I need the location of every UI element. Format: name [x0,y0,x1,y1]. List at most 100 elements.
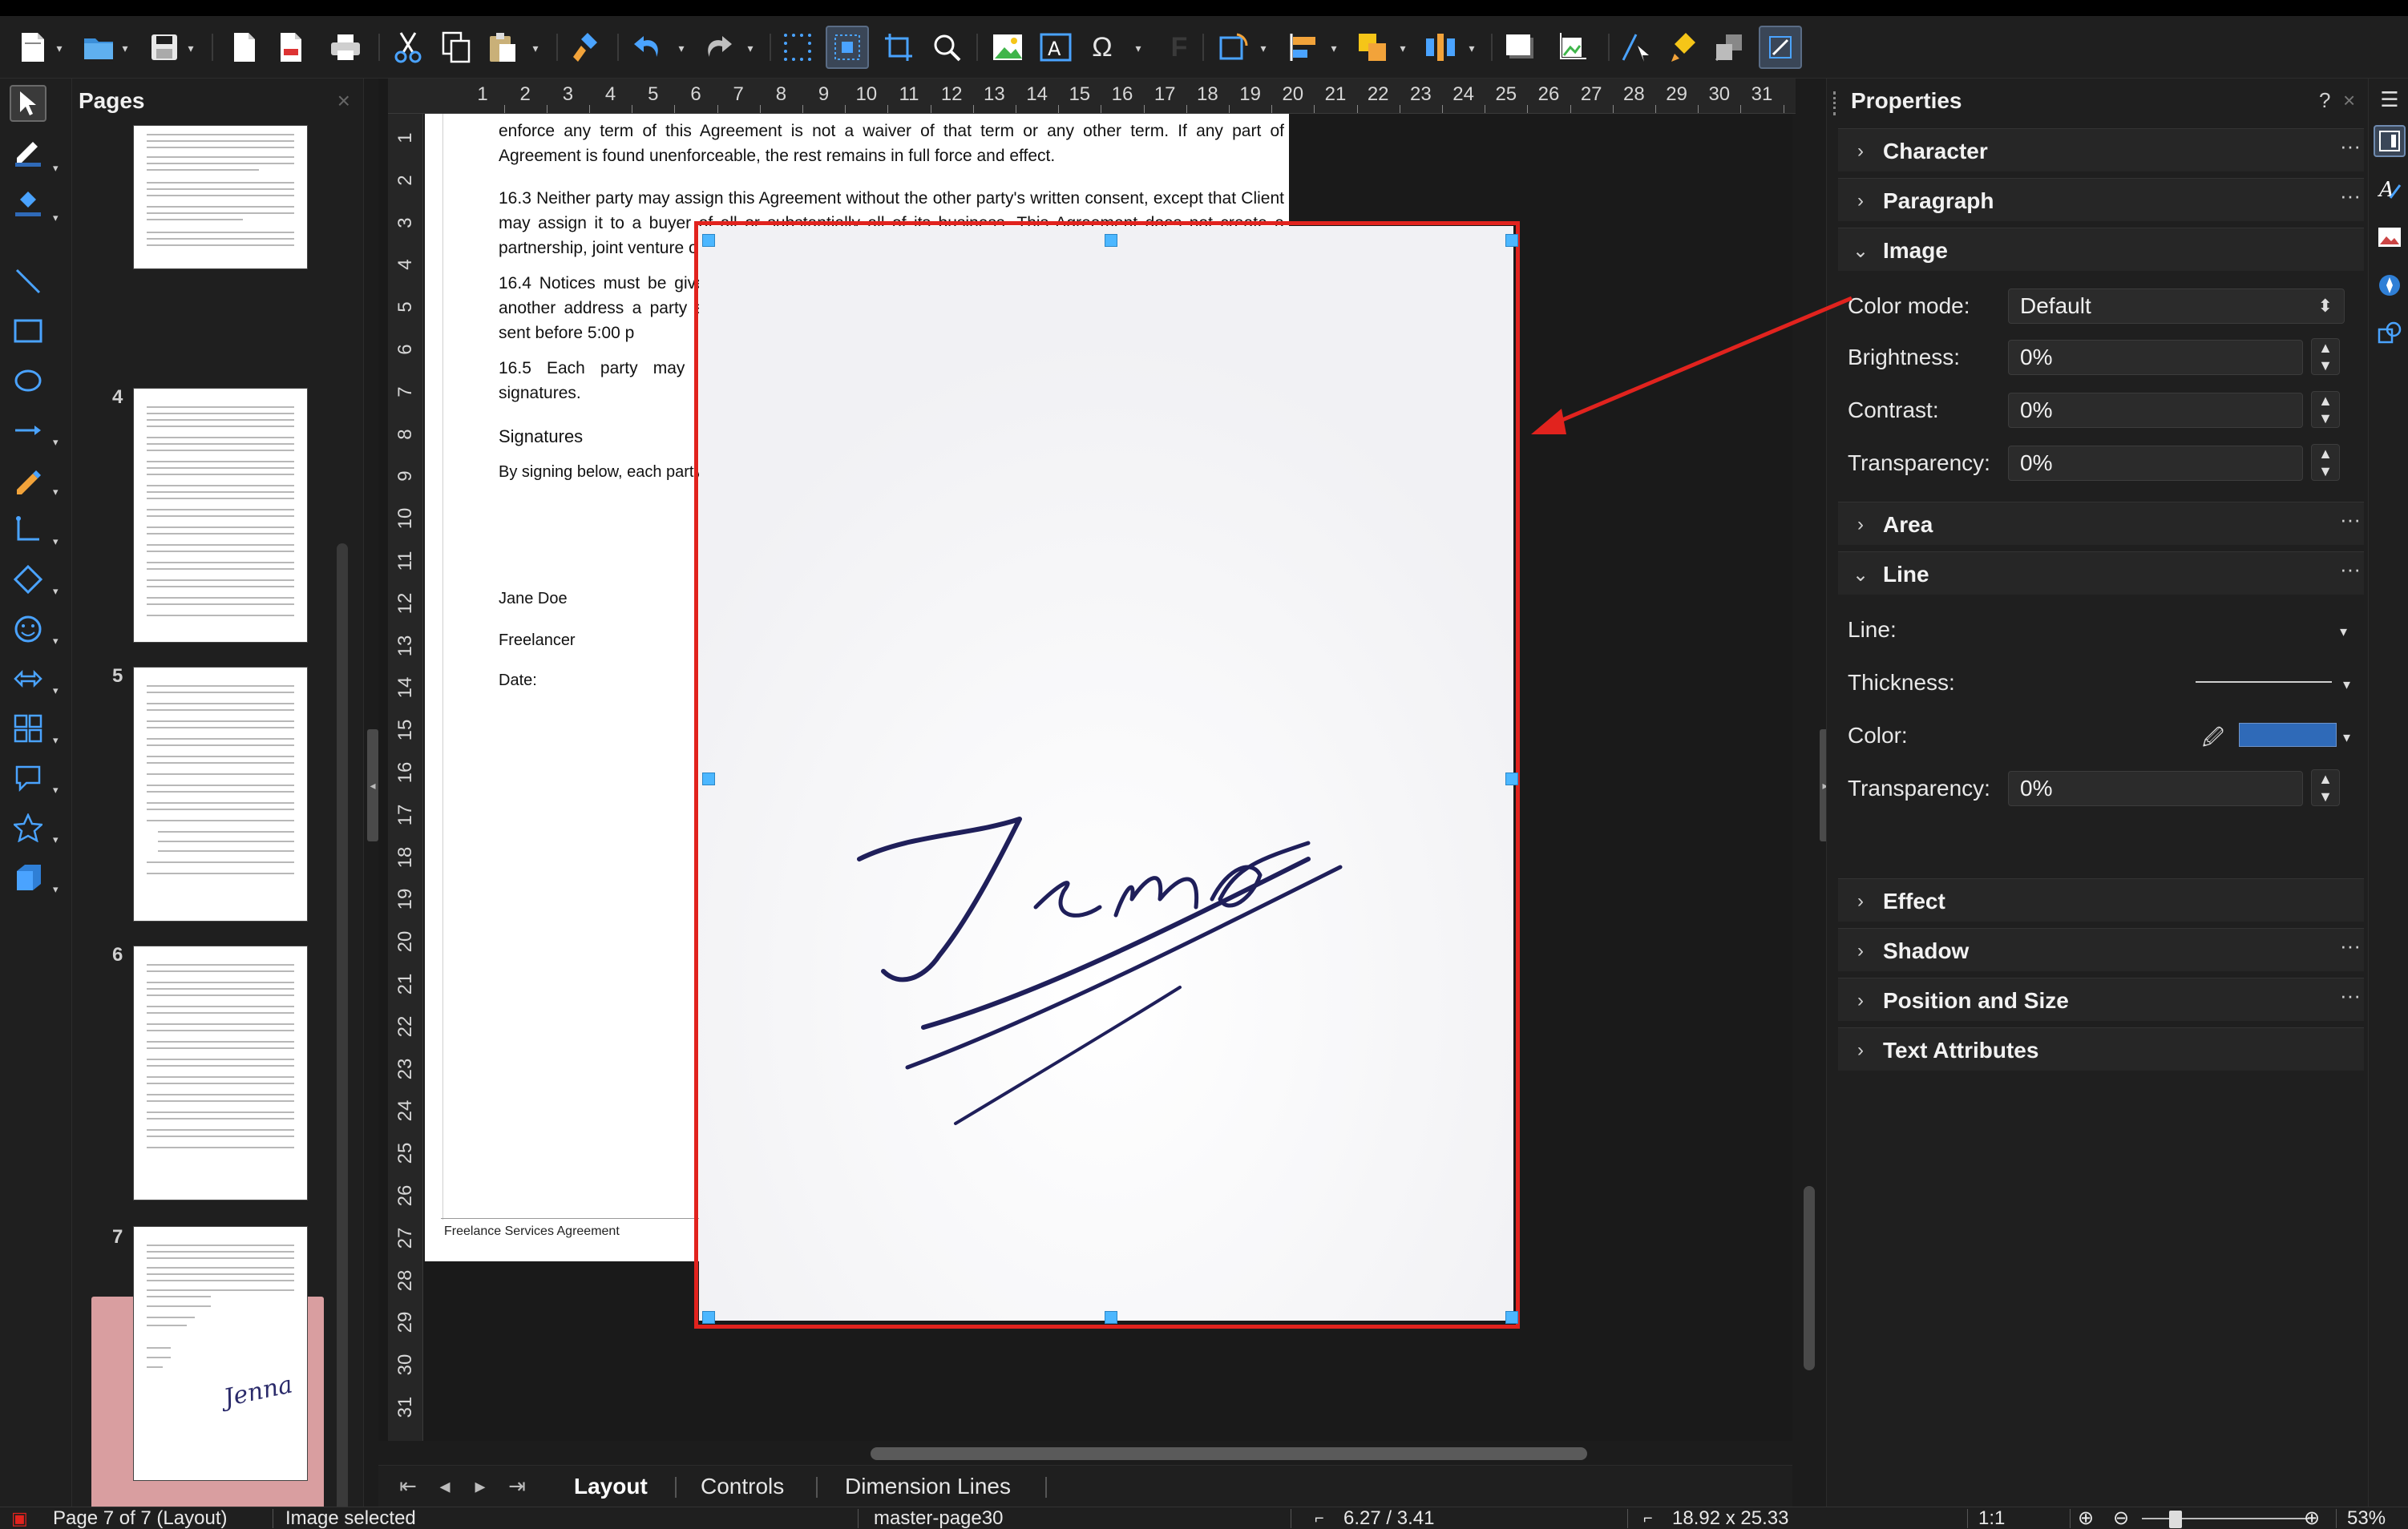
rectangle-icon[interactable] [10,313,46,349]
more-options-icon[interactable]: ··· [2340,507,2361,532]
special-character-icon[interactable]: Ω [1084,29,1121,66]
points-icon[interactable] [1618,29,1654,66]
gallery-deck-icon[interactable] [2374,221,2406,253]
section-image[interactable]: ⌄ Image [1838,228,2364,271]
zoom-in-icon[interactable]: ⊕ [2304,1507,2320,1529]
insert-textbox-icon[interactable]: A [1037,29,1074,66]
line-icon[interactable] [10,263,46,300]
transparency-field[interactable]: 0% [2008,446,2303,481]
brightness-stepper[interactable]: ▲ ▼ [2311,338,2340,375]
block-arrows-icon[interactable] [10,660,46,697]
more-options-icon[interactable]: ··· [2340,983,2361,1008]
properties-deck-icon[interactable] [2374,125,2406,157]
horizontal-scrollbar[interactable] [871,1447,1587,1460]
zoom-out-icon[interactable]: ⊖ [2113,1507,2129,1529]
pages-scrollbar[interactable] [337,543,348,1529]
tab-controls[interactable]: Controls [701,1471,784,1503]
line-arrow-icon[interactable] [10,412,46,449]
flowchart-icon[interactable] [10,710,46,747]
scale-readout[interactable]: 1:1 [1978,1507,2005,1529]
redo-dropdown-icon[interactable]: ▾ [744,42,757,54]
horizontal-ruler[interactable]: 1 2 3 4 5 6 7 8 9 10 11 12 13 14 15 16 17 18 19 20 21 22 23 24 2… [388,79,1796,114]
more-options-icon[interactable]: ··· [2340,134,2361,159]
zoom-slider[interactable] [2142,1518,2309,1519]
line-transparency-stepper[interactable]: ▲ ▼ [2311,769,2340,806]
special-character-dropdown-icon[interactable]: ▾ [1132,42,1145,54]
connector-icon[interactable] [10,511,46,548]
redo-icon[interactable] [699,29,736,66]
close-icon[interactable]: × [337,88,350,114]
symbol-shapes-icon[interactable] [10,611,46,648]
zoom-level[interactable]: 53% [2347,1507,2386,1529]
resize-handle-right[interactable] [1505,773,1518,785]
grid-icon[interactable] [779,29,816,66]
navigator-deck-icon[interactable] [2374,269,2406,301]
paste-dropdown-icon[interactable]: ▾ [529,42,542,54]
section-line[interactable]: ⌄ Line ··· [1838,551,2364,595]
line-arrow-dropdown-icon[interactable]: ▾ [53,437,64,447]
page-thumbnail-4[interactable] [133,388,308,643]
distribute-icon[interactable] [1422,29,1459,66]
export-pdf-icon[interactable] [273,29,309,66]
section-effect[interactable]: › Effect [1838,878,2364,922]
insert-image-icon[interactable] [989,29,1026,66]
brightness-field[interactable]: 0% [2008,340,2303,375]
print-icon[interactable] [327,29,364,66]
3d-objects-icon[interactable] [10,859,46,896]
new-document-icon[interactable] [14,29,51,66]
line-color-dropdown-icon[interactable]: ▾ [2343,729,2350,746]
open-dropdown-icon[interactable]: ▾ [119,42,131,54]
toggle-extrusion-icon[interactable] [1711,29,1747,66]
3d-objects-dropdown-icon[interactable]: ▾ [53,884,64,894]
arrange-icon[interactable] [1355,29,1392,66]
previous-page-icon[interactable]: ◂ [431,1472,459,1499]
section-position-size[interactable]: › Position and Size ··· [1838,978,2364,1021]
signature-image[interactable]: Jenna [699,226,1513,1321]
resize-handle-top-right[interactable] [1505,234,1518,247]
block-arrows-dropdown-icon[interactable]: ▾ [53,685,64,696]
ellipse-icon[interactable] [10,362,46,399]
undo-icon[interactable] [630,29,667,66]
thickness-sample[interactable] [2196,681,2332,683]
zoom-slider-thumb[interactable] [2169,1511,2182,1528]
transparency-stepper[interactable]: ▲ ▼ [2311,444,2340,481]
save-icon[interactable] [146,29,183,66]
section-paragraph[interactable]: › Paragraph ··· [1838,178,2364,221]
resize-handle-bottom-left[interactable] [702,1311,715,1324]
resize-handle-bottom-right[interactable] [1505,1311,1518,1324]
contrast-field[interactable]: 0% [2008,393,2303,428]
stars-dropdown-icon[interactable]: ▾ [53,834,64,845]
page-thumbnail-5[interactable] [133,667,308,922]
more-options-icon[interactable]: ··· [2340,934,2361,958]
clone-formatting-icon[interactable] [568,29,604,66]
more-options-icon[interactable]: ··· [2340,184,2361,208]
fit-page-icon[interactable]: ⊕ [2078,1507,2094,1529]
pages-panel-collapse-handle[interactable]: ◂ [367,729,378,841]
connector-dropdown-icon[interactable]: ▾ [53,536,64,547]
fill-color-dropdown-icon[interactable]: ▾ [53,212,64,223]
resize-handle-top-left[interactable] [702,234,715,247]
contrast-stepper[interactable]: ▲ ▼ [2311,391,2340,428]
section-area[interactable]: › Area ··· [1838,502,2364,545]
line-color-dropdown-icon[interactable]: ▾ [53,163,64,173]
new-dropdown-icon[interactable]: ▾ [53,42,66,54]
page-indicator[interactable]: Page 7 of 7 (Layout) [53,1507,227,1529]
line-style-dropdown-icon[interactable]: ▾ [2340,623,2347,640]
paste-icon[interactable] [484,29,521,66]
first-page-icon[interactable]: ⇤ [394,1472,422,1499]
tab-dimension-lines[interactable]: Dimension Lines [845,1471,1011,1503]
snap-guides-icon[interactable] [826,26,869,69]
section-character[interactable]: › Character ··· [1838,128,2364,171]
glue-points-icon[interactable] [1664,29,1701,66]
shadow-icon[interactable] [1502,29,1539,66]
line-color-swatch[interactable] [2239,723,2337,747]
fontwork-icon[interactable]: F [1161,29,1198,66]
symbol-shapes-dropdown-icon[interactable]: ▾ [53,635,64,646]
show-draw-functions-icon[interactable] [1759,26,1802,69]
resize-handle-left[interactable] [702,773,715,785]
flowchart-dropdown-icon[interactable]: ▾ [53,735,64,745]
open-folder-icon[interactable] [80,29,117,66]
resize-handle-top[interactable] [1105,234,1117,247]
section-text-attributes[interactable]: › Text Attributes [1838,1027,2364,1071]
master-page-name[interactable]: master-page30 [874,1507,1003,1529]
